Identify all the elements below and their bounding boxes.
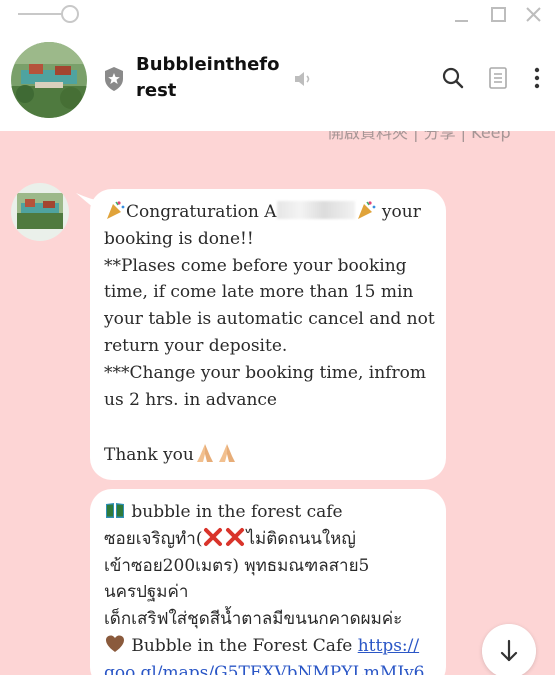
message-line: ***Change your booking time, infrom bbox=[104, 362, 426, 383]
close-icon[interactable] bbox=[522, 4, 544, 26]
chat-header: Bubbleintheforest bbox=[0, 30, 555, 131]
chat-title: Bubbleintheforest bbox=[136, 54, 280, 101]
open-book-icon bbox=[106, 503, 124, 518]
message-line: your table is automatic cancel and not bbox=[104, 309, 435, 330]
opacity-slider-handle[interactable] bbox=[61, 5, 79, 23]
speaker-icon[interactable] bbox=[292, 68, 314, 90]
message-line: Bubble in the Forest Cafe https:// bbox=[104, 633, 432, 660]
maps-link[interactable]: goo.gl/maps/G5TEXVbNMPYLmMJy6 bbox=[104, 660, 432, 675]
maps-link[interactable]: https:// bbox=[358, 636, 419, 656]
message-line: Thank you bbox=[104, 442, 432, 469]
message-bubble[interactable]: bubble in the forest cafe ซอยเจริญทำ(ไม่… bbox=[90, 489, 446, 675]
praying-hands-icon bbox=[196, 444, 213, 463]
party-popper-icon bbox=[357, 201, 375, 219]
minimize-icon[interactable] bbox=[450, 4, 472, 26]
message-bubble[interactable]: Congraturation A your booking is done!! … bbox=[90, 189, 446, 480]
notes-icon[interactable] bbox=[486, 66, 510, 90]
message-line: bubble in the forest cafe bbox=[104, 499, 432, 526]
message-line: **Plases come before your booking bbox=[104, 255, 407, 276]
cross-mark-icon bbox=[204, 527, 223, 546]
message-line: ซอยเจริญทำ(ไม่ติดถนนใหญ่ bbox=[104, 526, 432, 553]
shield-star-icon bbox=[105, 67, 123, 91]
window-titlebar bbox=[0, 0, 555, 30]
redacted-name bbox=[276, 201, 355, 219]
party-popper-icon bbox=[107, 201, 125, 219]
chat-area[interactable]: 開啟資料夾 | 分享 | Keep Congraturation A your … bbox=[0, 131, 555, 675]
more-icon[interactable] bbox=[525, 66, 549, 90]
brown-heart-icon bbox=[106, 635, 124, 652]
message-line: Congraturation A your bbox=[104, 199, 432, 226]
message-line: time, if come late more than 15 min bbox=[104, 282, 414, 303]
maximize-icon[interactable] bbox=[487, 4, 509, 26]
message-line: us 2 hrs. in advance bbox=[104, 389, 277, 410]
praying-hands-icon bbox=[218, 444, 235, 463]
search-icon[interactable] bbox=[441, 66, 465, 90]
chat-avatar[interactable] bbox=[11, 42, 87, 118]
cross-mark-icon bbox=[226, 527, 245, 546]
message-line: นครปฐมค่า bbox=[104, 582, 189, 603]
message-line: booking is done!! bbox=[104, 228, 254, 249]
message-line: เด็กเสริฟใส่ชุดสีน้ำตาลมีขนนกคาดผมค่ะ bbox=[104, 609, 403, 630]
message-actions-notice[interactable]: 開啟資料夾 | 分享 | Keep bbox=[328, 131, 511, 143]
message-line: return your deposite. bbox=[104, 335, 288, 356]
sender-avatar[interactable] bbox=[11, 183, 69, 241]
scroll-to-bottom-button[interactable] bbox=[482, 624, 536, 675]
message-line: เข้าซอย200เมตร) พุทธมณฑลสาย5 bbox=[104, 555, 370, 576]
